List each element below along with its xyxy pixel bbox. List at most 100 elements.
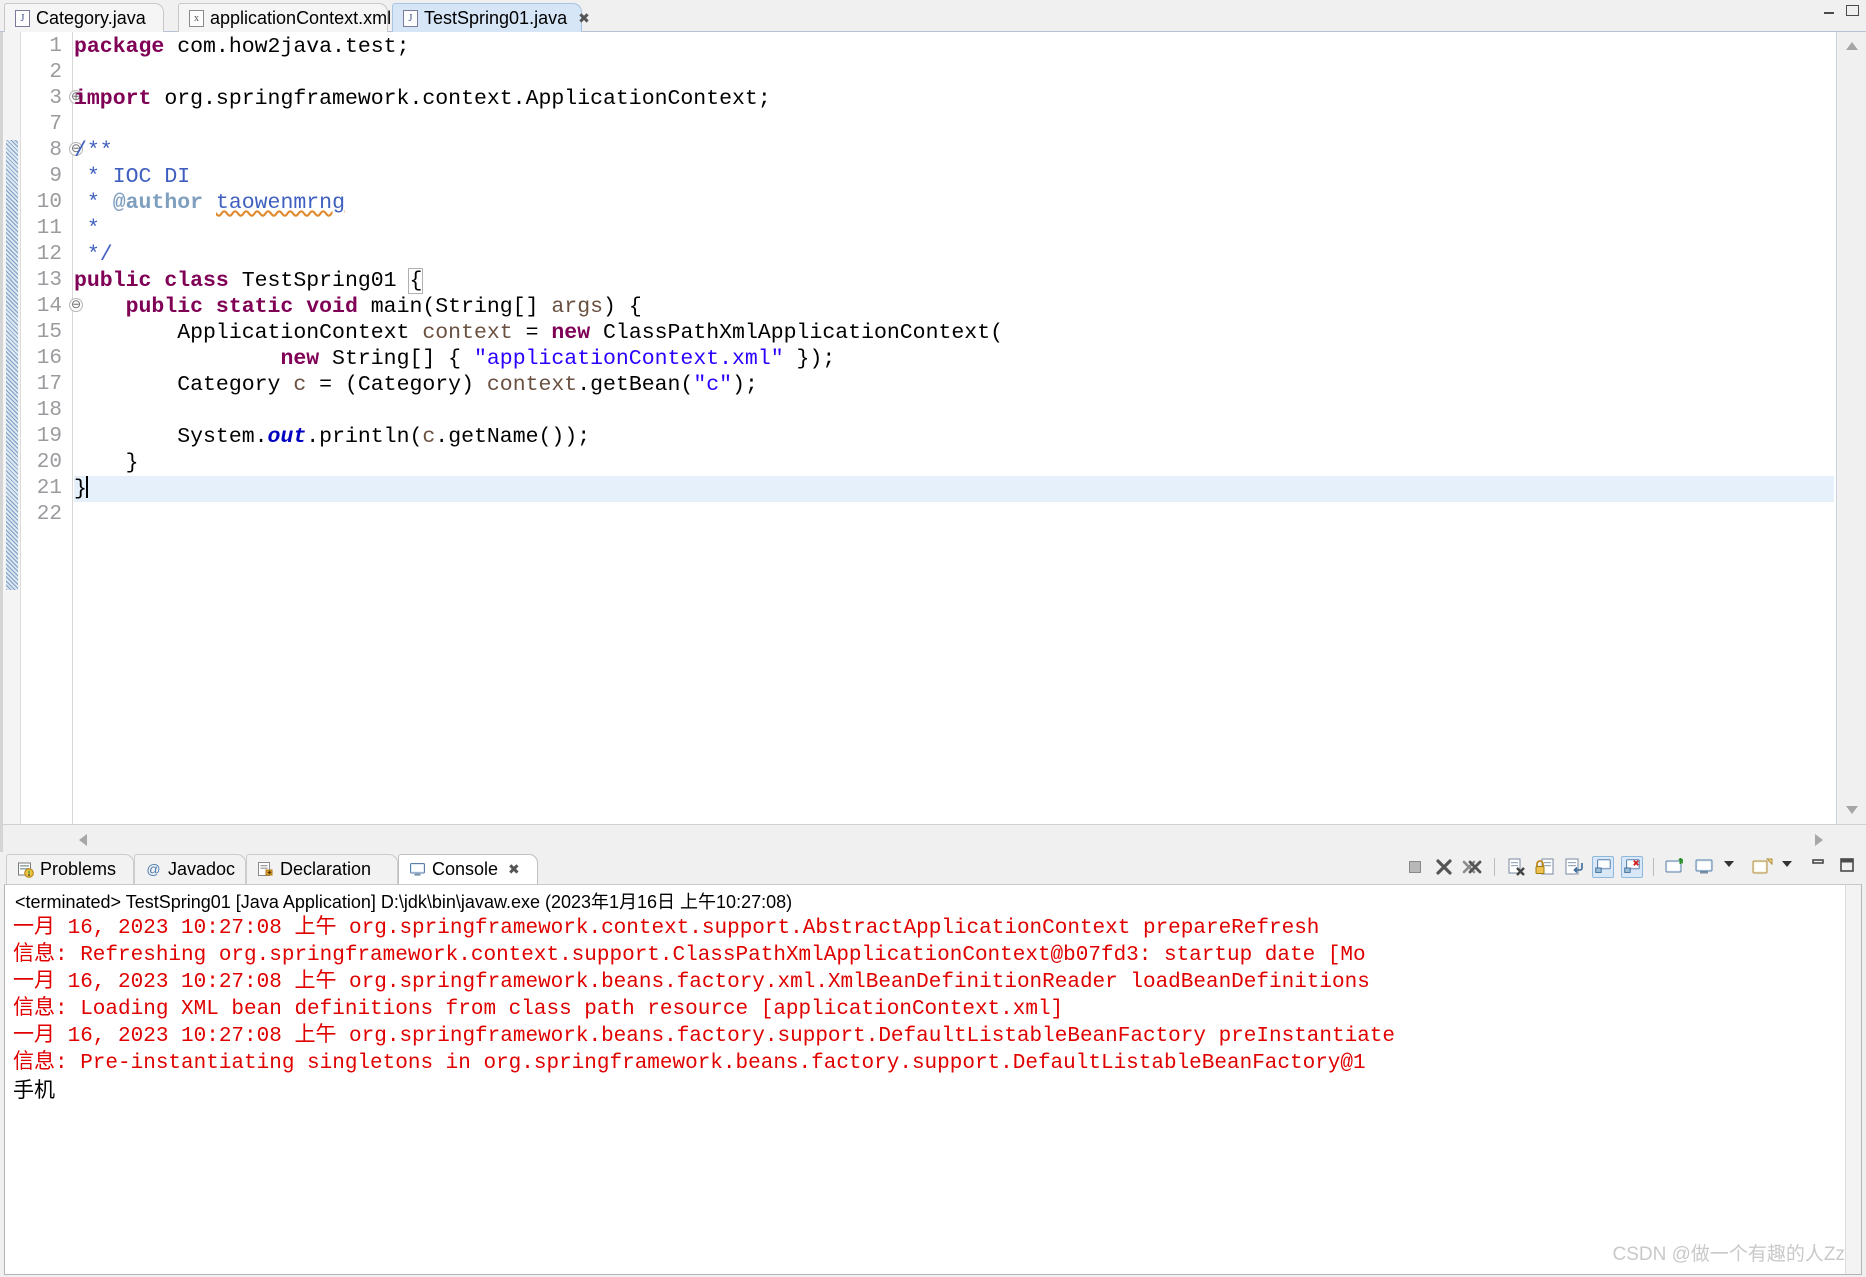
editor-tab-label: applicationContext.xml (210, 7, 392, 28)
remove-launch-button[interactable] (1433, 856, 1455, 878)
line-number: 17 (36, 373, 62, 396)
close-icon[interactable]: ✖ (508, 861, 520, 878)
console-view[interactable]: <terminated> TestSpring01 [Java Applicat… (4, 884, 1862, 1275)
console-line: 信息: Pre-instantiating singletons in org.… (13, 1052, 1366, 1075)
code-line: System.out.println(c.getName()); (74, 425, 591, 449)
minimize-panel-button[interactable] (1809, 856, 1831, 878)
tab-declaration[interactable]: Declaration (246, 854, 398, 884)
text-caret (85, 476, 88, 498)
line-number: 9 (49, 165, 62, 188)
show-console-on-error-button[interactable] (1621, 856, 1643, 878)
code-line: import org.springframework.context.Appli… (74, 87, 771, 111)
line-number: 8 (49, 139, 62, 162)
editor-vertical-scrollbar[interactable] (1836, 32, 1866, 824)
tab-label: Declaration (280, 859, 372, 879)
remove-all-terminated-button[interactable] (1462, 856, 1484, 878)
line-number: 18 (36, 399, 62, 422)
process-status-line: <terminated> TestSpring01 [Java Applicat… (15, 892, 793, 912)
line-number: 14 (36, 295, 62, 318)
line-number: 13 (36, 269, 62, 292)
close-icon[interactable]: ✖ (578, 10, 590, 27)
code-line: public class TestSpring01 { (74, 268, 424, 294)
line-number: 11 (36, 217, 62, 240)
editor-tab-bar: J Category.java x applicationContext.xml… (0, 0, 1866, 32)
editor-tab-label: TestSpring01.java (424, 7, 568, 28)
maximize-icon[interactable] (1845, 4, 1859, 16)
tab-problems[interactable]: Problems (6, 854, 134, 884)
open-console-button[interactable] (1751, 856, 1773, 878)
bottom-tab-bar: Problems @ Javadoc Declaration Console ✖ (0, 852, 1866, 884)
editor-tab-category-java[interactable]: J Category.java (4, 3, 164, 32)
pin-console-button[interactable] (1664, 856, 1686, 878)
line-number: 12 (36, 243, 62, 266)
java-editor[interactable]: 1 2 3 7 8 9 10 11 12 13 14 15 16 17 18 1… (0, 32, 1866, 852)
scroll-down-icon[interactable] (1846, 806, 1858, 814)
tab-javadoc[interactable]: @ Javadoc (134, 854, 246, 884)
scroll-right-icon[interactable] (1815, 834, 1823, 846)
bottom-panel: Problems @ Javadoc Declaration Console ✖… (0, 852, 1866, 1277)
code-line: new String[] { "applicationContext.xml" … (280, 347, 836, 371)
tab-label: Problems (40, 859, 117, 879)
line-number: 19 (36, 425, 62, 448)
editor-tab-testspring01-java[interactable]: J TestSpring01.java ✖ (392, 3, 590, 32)
display-selected-console-button[interactable] (1693, 856, 1715, 878)
console-line: 一月 16, 2023 10:27:08 上午 org.springframew… (13, 917, 1320, 940)
minimize-icon[interactable] (1823, 4, 1836, 16)
code-line-current: } (74, 476, 1834, 502)
code-line: package com.how2java.test; (74, 35, 410, 59)
toolbar-separator (1494, 858, 1495, 876)
window-controls (1823, 4, 1859, 16)
line-number-ruler: 1 2 3 7 8 9 10 11 12 13 14 15 16 17 18 1… (21, 32, 83, 852)
scroll-up-icon[interactable] (1846, 42, 1858, 50)
editor-tab-label: Category.java (36, 7, 146, 28)
code-line: */ (74, 243, 113, 267)
tab-label: Javadoc (168, 859, 236, 879)
line-number: 16 (36, 347, 62, 370)
console-line: 一月 16, 2023 10:27:08 上午 org.springframew… (13, 1025, 1396, 1048)
line-number: 3 (49, 87, 62, 110)
toolbar-separator (1653, 858, 1654, 876)
svg-text:@: @ (146, 861, 160, 877)
line-number: 10 (36, 191, 62, 214)
console-line: 一月 16, 2023 10:27:08 上午 org.springframew… (13, 971, 1370, 994)
console-vertical-scrollbar[interactable] (1845, 885, 1861, 1274)
display-selected-console-dropdown[interactable] (1722, 856, 1744, 878)
line-number: 20 (36, 451, 62, 474)
console-toolbar (1404, 856, 1860, 878)
code-line: public static void main(String[] args) { (125, 295, 642, 319)
maximize-panel-button[interactable] (1838, 856, 1860, 878)
java-file-icon: J (403, 9, 418, 27)
terminate-button (1404, 856, 1426, 878)
clear-console-button[interactable] (1505, 856, 1527, 878)
code-line: Category c = (Category) context.getBean(… (74, 373, 758, 397)
show-console-on-output-button[interactable] (1592, 856, 1614, 878)
declaration-icon (257, 861, 274, 878)
code-line: * @author taowenmrng (74, 191, 345, 215)
eclipse-window: J Category.java x applicationContext.xml… (0, 0, 1866, 1277)
line-number: 2 (49, 61, 62, 84)
scroll-left-icon[interactable] (79, 834, 87, 846)
javadoc-icon: @ (145, 861, 162, 878)
line-number: 15 (36, 321, 62, 344)
tab-console[interactable]: Console ✖ (398, 854, 538, 884)
line-number: 1 (49, 35, 62, 58)
editor-tab-applicationcontext-xml[interactable]: x applicationContext.xml (178, 3, 392, 32)
open-console-dropdown[interactable] (1780, 856, 1802, 878)
code-line: * IOC DI (74, 165, 191, 189)
console-line: 信息: Refreshing org.springframework.conte… (13, 944, 1366, 967)
xml-file-icon: x (189, 9, 204, 27)
code-line: ApplicationContext context = new ClassPa… (74, 321, 1003, 345)
line-number: 7 (49, 113, 62, 136)
scroll-lock-button[interactable] (1534, 856, 1556, 878)
tab-label: Console (432, 859, 499, 879)
code-line: * (74, 217, 100, 241)
editor-horizontal-scrollbar[interactable] (3, 824, 1866, 852)
code-area[interactable]: package com.how2java.test; import org.sp… (74, 32, 1834, 852)
comment-range-marker (6, 140, 18, 280)
word-wrap-button[interactable] (1563, 856, 1585, 878)
code-line: } (74, 451, 139, 475)
watermark: CSDN @做一个有趣的人Zz (1612, 1244, 1845, 1265)
